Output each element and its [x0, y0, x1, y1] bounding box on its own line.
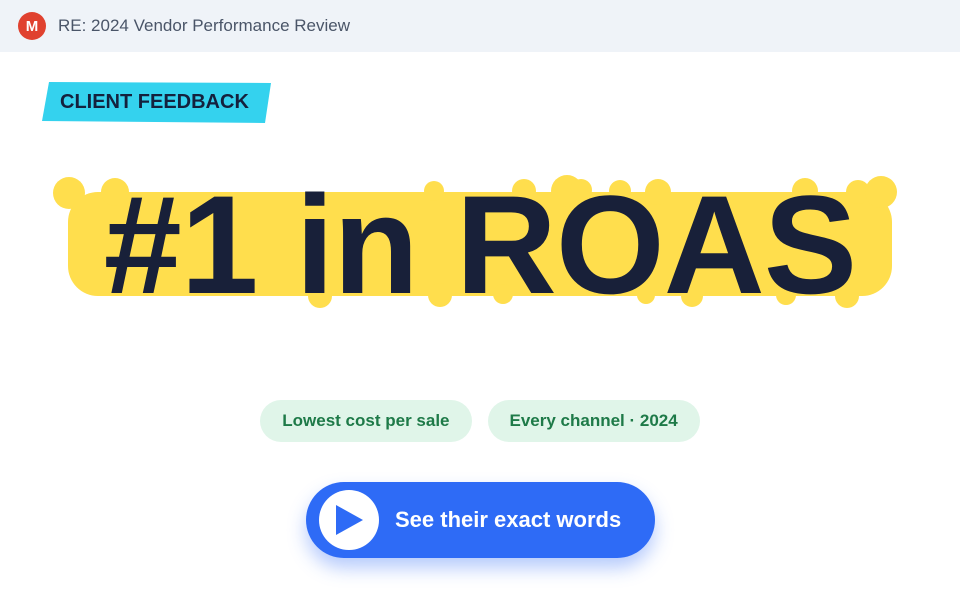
headline-text: #1 in ROAS	[103, 166, 857, 323]
client-feedback-tag: CLIENT FEEDBACK	[42, 82, 271, 123]
cta-label: See their exact words	[395, 507, 622, 532]
sender-avatar[interactable]: M	[18, 12, 46, 40]
email-subject: RE: 2024 Vendor Performance Review	[58, 16, 350, 35]
pill-lowest-cost: Lowest cost per sale	[260, 400, 472, 442]
email-header-bar: M RE: 2024 Vendor Performance Review	[0, 0, 960, 52]
tag-label: CLIENT FEEDBACK	[60, 91, 249, 113]
headline-block: #1 in ROAS	[0, 160, 960, 330]
pill-every-channel: Every channel · 2024	[487, 400, 700, 442]
see-their-words-button[interactable]: See their exact words	[306, 482, 655, 558]
play-icon	[319, 490, 379, 550]
highlight-pills: Lowest cost per sale Every channel · 202…	[0, 400, 960, 442]
